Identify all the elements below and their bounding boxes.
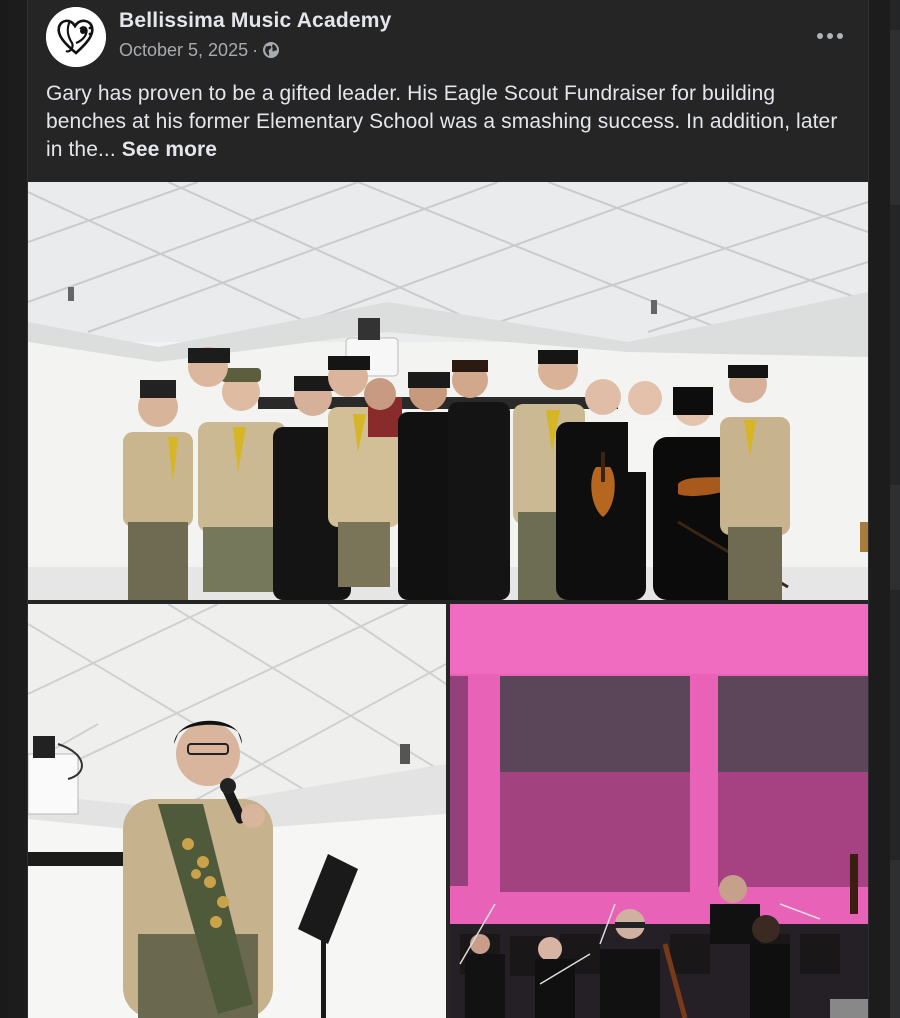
post-card: Bellissima Music Academy October 5, 2025… [27, 0, 869, 1018]
group-photo[interactable] [28, 182, 868, 600]
meta-separator: · [252, 39, 259, 60]
left-gutter [0, 0, 8, 1018]
orchestra-photo[interactable] [450, 604, 868, 1018]
post-text: Gary has proven to be a gifted leader. H… [46, 80, 846, 164]
globe-icon[interactable] [262, 41, 280, 59]
feed-page: Bellissima Music Academy October 5, 2025… [0, 0, 900, 1018]
post-meta: October 5, 2025 · [119, 39, 280, 61]
more-options-icon [817, 33, 823, 39]
page-avatar[interactable] [46, 7, 106, 67]
post-date[interactable]: October 5, 2025 [119, 40, 248, 61]
post-header: Bellissima Music Academy October 5, 2025… [28, 0, 868, 80]
music-logo-icon [46, 7, 106, 67]
see-more-link[interactable]: See more [122, 138, 217, 161]
scout-speaking-photo[interactable] [28, 604, 446, 1018]
more-options-button[interactable] [810, 20, 850, 52]
adjacent-column-edge [890, 0, 900, 1018]
page-name[interactable]: Bellissima Music Academy [119, 9, 391, 33]
